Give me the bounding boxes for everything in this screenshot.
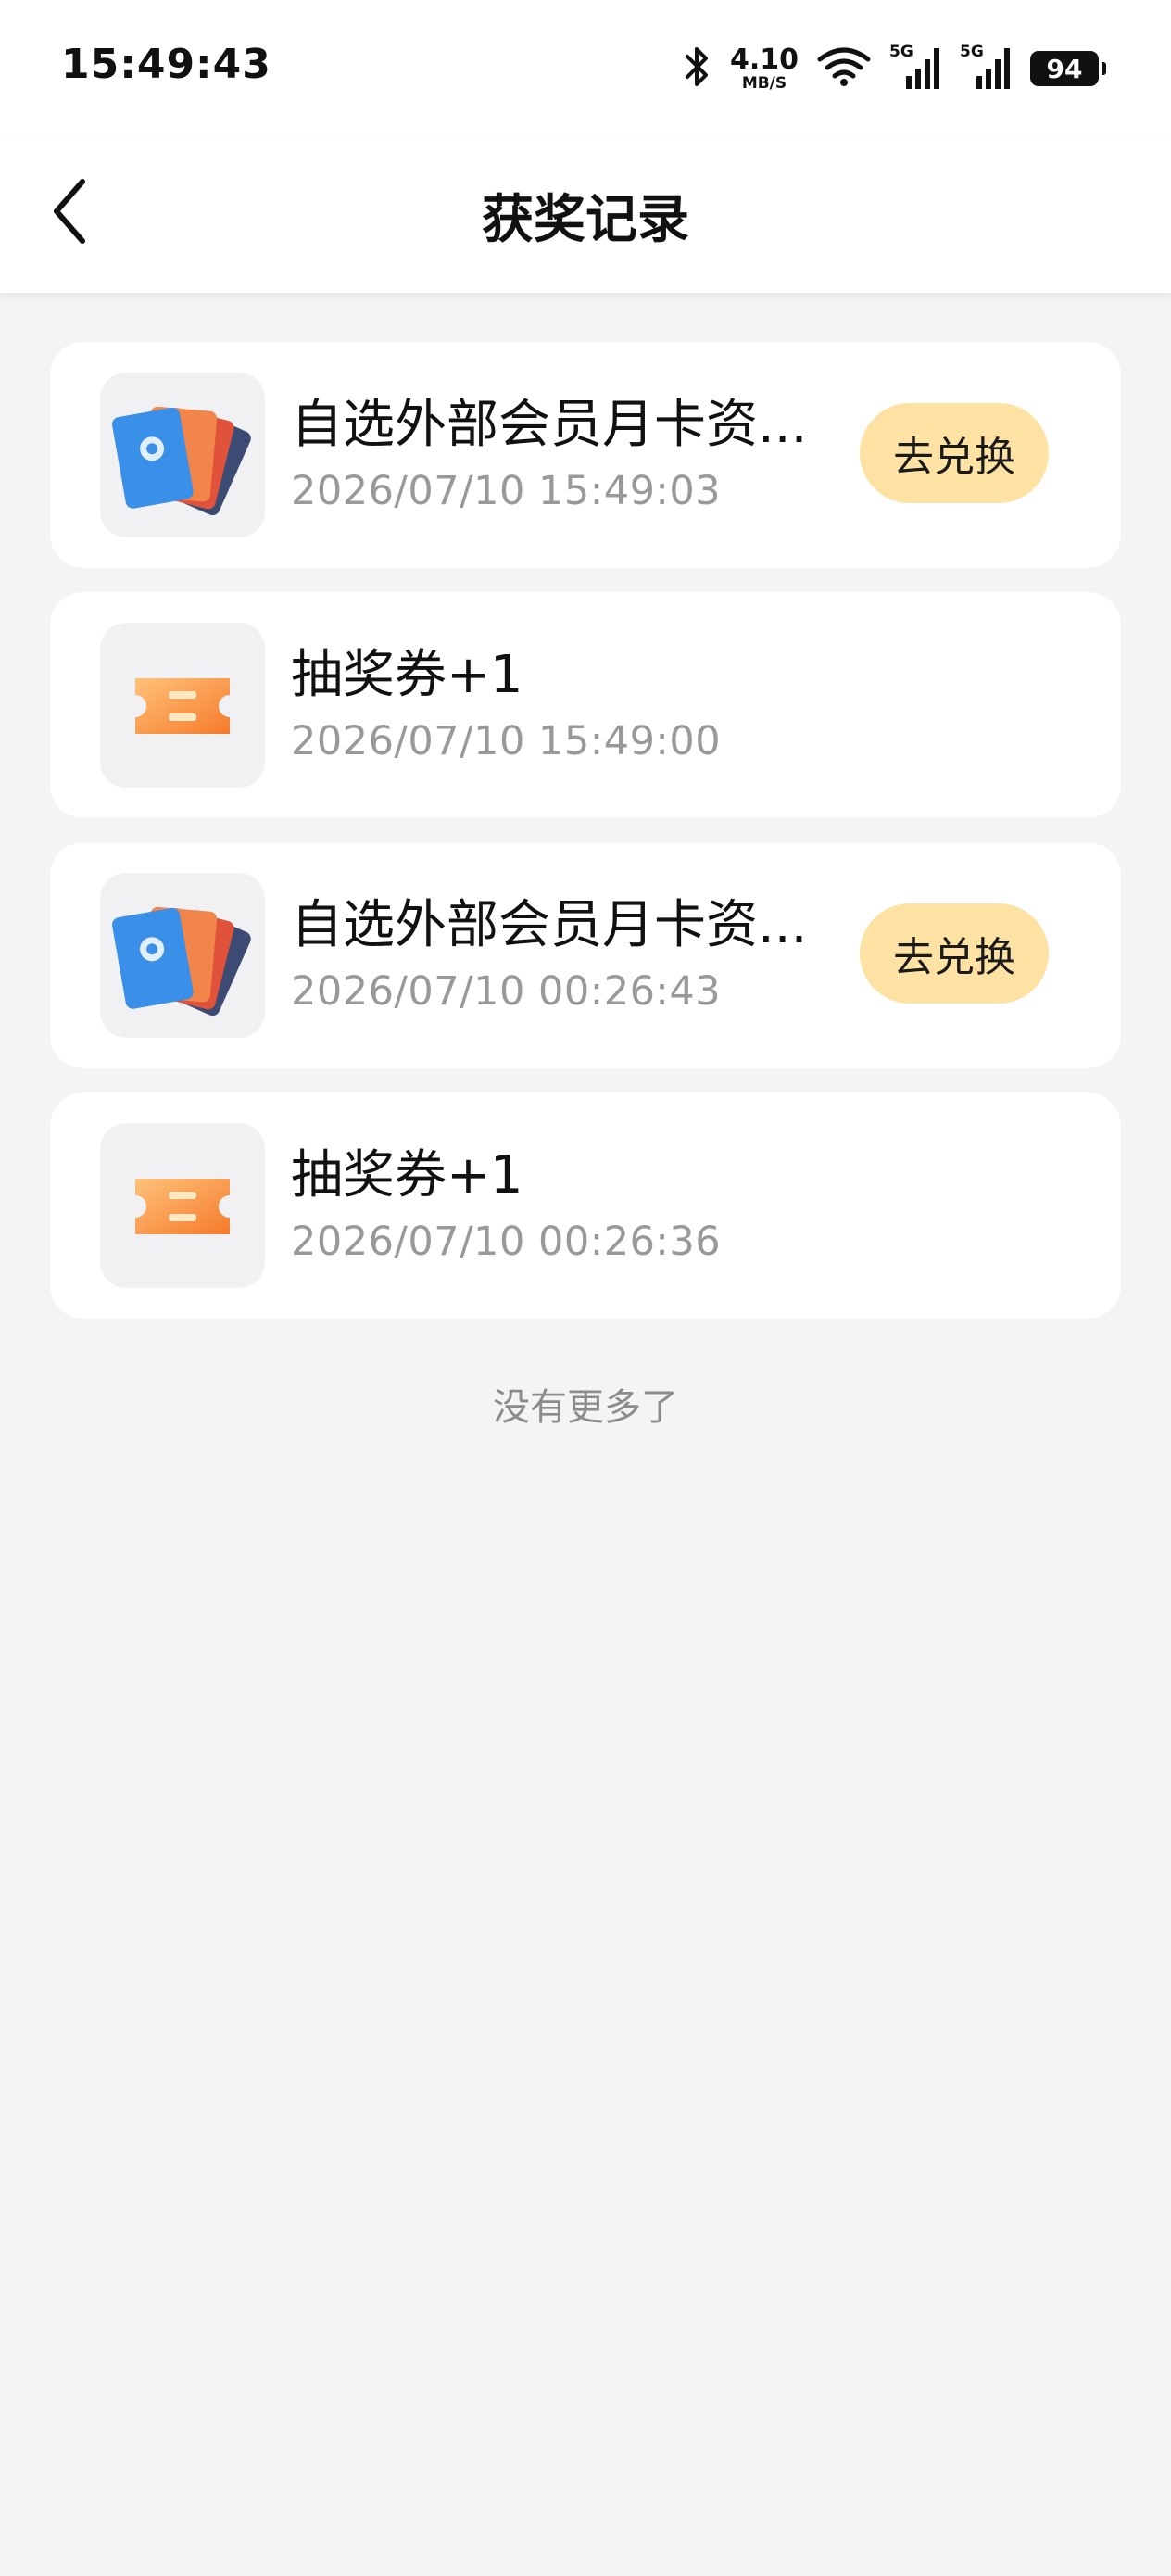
record-card: 抽奖券+1 2026/07/10 00:26:36 xyxy=(50,1092,1121,1319)
sim1-network-tag: 5G xyxy=(889,43,913,61)
record-title: 抽奖券+1 xyxy=(291,645,523,705)
member-cards-icon xyxy=(100,373,265,537)
battery-icon: 94 xyxy=(1030,51,1106,86)
prize-record-list: 自选外部会员月卡资... 2026/07/10 15:49:03 去兑换 抽奖券… xyxy=(50,342,1121,1343)
sim2-network-tag: 5G xyxy=(960,43,984,61)
status-bar: 15:49:43 4.10 MB/S 5G 5G 94 xyxy=(0,0,1171,139)
record-card: 抽奖券+1 2026/07/10 15:49:00 xyxy=(50,592,1121,818)
record-title: 自选外部会员月卡资... xyxy=(291,895,808,955)
no-more-text: 没有更多了 xyxy=(493,1386,678,1429)
wifi-icon xyxy=(817,46,871,91)
nav-header: 获奖记录 xyxy=(0,139,1171,293)
lottery-ticket-icon xyxy=(100,1123,265,1288)
record-time: 2026/07/10 00:26:36 xyxy=(291,1219,722,1265)
status-time: 15:49:43 xyxy=(61,41,271,88)
redeem-button[interactable]: 去兑换 xyxy=(860,403,1049,503)
record-card[interactable]: 自选外部会员月卡资... 2026/07/10 15:49:03 去兑换 xyxy=(50,342,1121,568)
record-title: 抽奖券+1 xyxy=(291,1145,523,1206)
network-speed-value: 4.10 xyxy=(729,43,799,76)
network-speed: 4.10 MB/S xyxy=(729,43,799,93)
signal-icon: 5G xyxy=(889,43,941,93)
member-cards-icon xyxy=(100,873,265,1038)
bluetooth-icon xyxy=(684,45,711,92)
status-icons: 4.10 MB/S 5G 5G 94 xyxy=(684,43,1106,95)
network-speed-unit: MB/S xyxy=(741,73,787,93)
signal-icon: 5G xyxy=(960,43,1012,93)
redeem-button[interactable]: 去兑换 xyxy=(860,903,1049,1004)
record-time: 2026/07/10 00:26:43 xyxy=(291,968,722,1015)
record-title: 自选外部会员月卡资... xyxy=(291,395,808,455)
record-time: 2026/07/10 15:49:00 xyxy=(291,718,722,764)
page-title: 获奖记录 xyxy=(482,190,689,250)
record-card[interactable]: 自选外部会员月卡资... 2026/07/10 00:26:43 去兑换 xyxy=(50,842,1121,1068)
lottery-ticket-icon xyxy=(100,623,265,788)
record-time: 2026/07/10 15:49:03 xyxy=(291,468,722,514)
